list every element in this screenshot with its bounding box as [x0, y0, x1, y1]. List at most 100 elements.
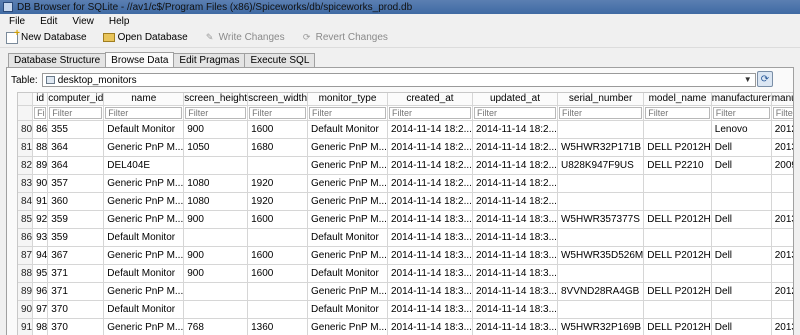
- column-header[interactable]: serial_number: [557, 93, 645, 106]
- table-cell[interactable]: 2014-11-14 18:3...: [472, 318, 558, 335]
- table-cell[interactable]: [711, 264, 772, 283]
- table-cell[interactable]: 92: [32, 210, 49, 229]
- filter-input[interactable]: [34, 106, 47, 119]
- column-header[interactable]: computer_id: [47, 93, 105, 106]
- table-cell[interactable]: 94: [32, 246, 49, 265]
- table-row[interactable]: 86 93 359 Default Monitor Default Monitor 201…: [18, 228, 793, 247]
- table-cell[interactable]: [557, 300, 645, 319]
- table-cell[interactable]: Generic PnP M...: [307, 156, 388, 175]
- table-cell[interactable]: 8VVND28RA4GB: [557, 282, 645, 301]
- column-header[interactable]: updated_at: [472, 93, 558, 106]
- table-cell[interactable]: 2014-11-14 18:3...: [387, 264, 473, 283]
- row-number[interactable]: 80: [18, 120, 34, 139]
- table-cell[interactable]: 2014-11-14 18:3...: [387, 228, 473, 247]
- table-cell[interactable]: 2014-11-14 18:2...: [387, 138, 473, 157]
- tab-browse-data[interactable]: Browse Data: [105, 52, 175, 67]
- table-cell[interactable]: DELL P2012H: [643, 282, 712, 301]
- table-cell[interactable]: [557, 174, 645, 193]
- write-changes-button[interactable]: ✎ Write Changes: [204, 32, 285, 44]
- table-cell[interactable]: Default Monitor: [307, 300, 388, 319]
- table-cell[interactable]: Generic PnP M...: [307, 246, 388, 265]
- table-cell[interactable]: Default Monitor: [307, 264, 388, 283]
- table-cell[interactable]: [711, 228, 772, 247]
- table-cell[interactable]: Generic PnP M...: [307, 210, 388, 229]
- table-cell[interactable]: 2014-11-14 18:2...: [472, 120, 558, 139]
- table-cell[interactable]: Default Monitor: [307, 120, 388, 139]
- table-cell[interactable]: [557, 264, 645, 283]
- filter-input[interactable]: [388, 106, 471, 119]
- table-cell[interactable]: Generic PnP M...: [307, 174, 388, 193]
- refresh-button[interactable]: ⟳: [757, 71, 773, 87]
- row-number[interactable]: 91: [18, 318, 34, 335]
- table-cell[interactable]: 900: [183, 120, 249, 139]
- table-cell[interactable]: 2014-11-14 18:2...: [472, 156, 558, 175]
- table-cell[interactable]: W5HWR357377S: [557, 210, 645, 229]
- table-cell[interactable]: 2014-11-14 18:2...: [387, 120, 473, 139]
- table-cell[interactable]: 1600: [247, 210, 308, 229]
- table-cell[interactable]: 900: [183, 210, 249, 229]
- column-header[interactable]: screen_width: [247, 93, 308, 106]
- table-cell[interactable]: 2014-11-14 18:2...: [387, 156, 473, 175]
- table-cell[interactable]: Generic PnP M...: [103, 138, 185, 157]
- table-cell[interactable]: 2014-11-14 18:3...: [472, 210, 558, 229]
- table-cell[interactable]: [643, 300, 712, 319]
- column-header[interactable]: monitor_type: [307, 93, 388, 106]
- table-cell[interactable]: U828K947F9US: [557, 156, 645, 175]
- table-cell[interactable]: [643, 120, 712, 139]
- table-cell[interactable]: [771, 228, 793, 247]
- table-row[interactable]: 88 95 371 Default Monitor 900 1600 Default Mon…: [18, 264, 793, 283]
- corner-header[interactable]: [18, 93, 34, 106]
- table-cell[interactable]: 1920: [247, 174, 308, 193]
- table-cell[interactable]: 370: [47, 318, 105, 335]
- table-cell[interactable]: [643, 192, 712, 211]
- table-cell[interactable]: 93: [32, 228, 49, 247]
- tab-execute-sql[interactable]: Execute SQL: [244, 53, 316, 67]
- table-row[interactable]: 83 90 357 Generic PnP M... 1080 1920 Generic P…: [18, 174, 793, 193]
- table-cell[interactable]: Dell: [711, 282, 772, 301]
- table-cell[interactable]: 2014-11-14 18:2...: [387, 174, 473, 193]
- table-cell[interactable]: [557, 228, 645, 247]
- table-cell[interactable]: Default Monitor: [103, 228, 185, 247]
- filter-input[interactable]: [49, 106, 103, 119]
- table-cell[interactable]: 360: [47, 192, 105, 211]
- table-cell[interactable]: 371: [47, 264, 105, 283]
- table-cell[interactable]: 2014-11-14 18:2...: [472, 174, 558, 193]
- table-row[interactable]: 87 94 367 Generic PnP M... 900 1600 Generic Pn…: [18, 246, 793, 265]
- table-cell[interactable]: [771, 192, 793, 211]
- menu-help[interactable]: Help: [102, 16, 138, 27]
- table-cell[interactable]: 371: [47, 282, 105, 301]
- table-cell[interactable]: Generic PnP M...: [307, 282, 388, 301]
- table-cell[interactable]: 2014-11-14 18:2...: [472, 138, 558, 157]
- table-cell[interactable]: 364: [47, 138, 105, 157]
- table-cell[interactable]: [183, 300, 249, 319]
- table-cell[interactable]: 90: [32, 174, 49, 193]
- table-cell[interactable]: [643, 228, 712, 247]
- row-number[interactable]: 87: [18, 246, 34, 265]
- column-header[interactable]: name: [103, 93, 185, 106]
- table-cell[interactable]: [247, 300, 308, 319]
- table-cell[interactable]: [711, 174, 772, 193]
- table-cell[interactable]: 2014-11-14 18:3...: [472, 300, 558, 319]
- column-header[interactable]: screen_height: [183, 93, 249, 106]
- table-cell[interactable]: 98: [32, 318, 49, 335]
- table-row[interactable]: 84 91 360 Generic PnP M... 1080 1920 Generic P…: [18, 192, 793, 211]
- table-cell[interactable]: Generic PnP M...: [307, 318, 388, 335]
- table-row[interactable]: 85 92 359 Generic PnP M... 900 1600 Generic Pn…: [18, 210, 793, 229]
- column-header[interactable]: id: [32, 93, 49, 106]
- table-cell[interactable]: 2014-11-14 18:3...: [387, 210, 473, 229]
- table-cell[interactable]: 2012-08-27: [771, 282, 793, 301]
- table-cell[interactable]: 2014-11-14 18:3...: [472, 228, 558, 247]
- table-cell[interactable]: 1600: [247, 264, 308, 283]
- table-cell[interactable]: 900: [183, 264, 249, 283]
- filter-input[interactable]: [645, 106, 710, 119]
- table-cell[interactable]: 2014-11-14 18:3...: [387, 282, 473, 301]
- table-cell[interactable]: DELL P2012H: [643, 138, 712, 157]
- table-cell[interactable]: [183, 228, 249, 247]
- filter-input[interactable]: [185, 106, 247, 119]
- table-cell[interactable]: Generic PnP M...: [103, 318, 185, 335]
- row-number[interactable]: 86: [18, 228, 34, 247]
- table-cell[interactable]: 2014-11-14 18:3...: [472, 282, 558, 301]
- table-cell[interactable]: Lenovo: [711, 120, 772, 139]
- table-cell[interactable]: DELL P2210: [643, 156, 712, 175]
- table-cell[interactable]: 364: [47, 156, 105, 175]
